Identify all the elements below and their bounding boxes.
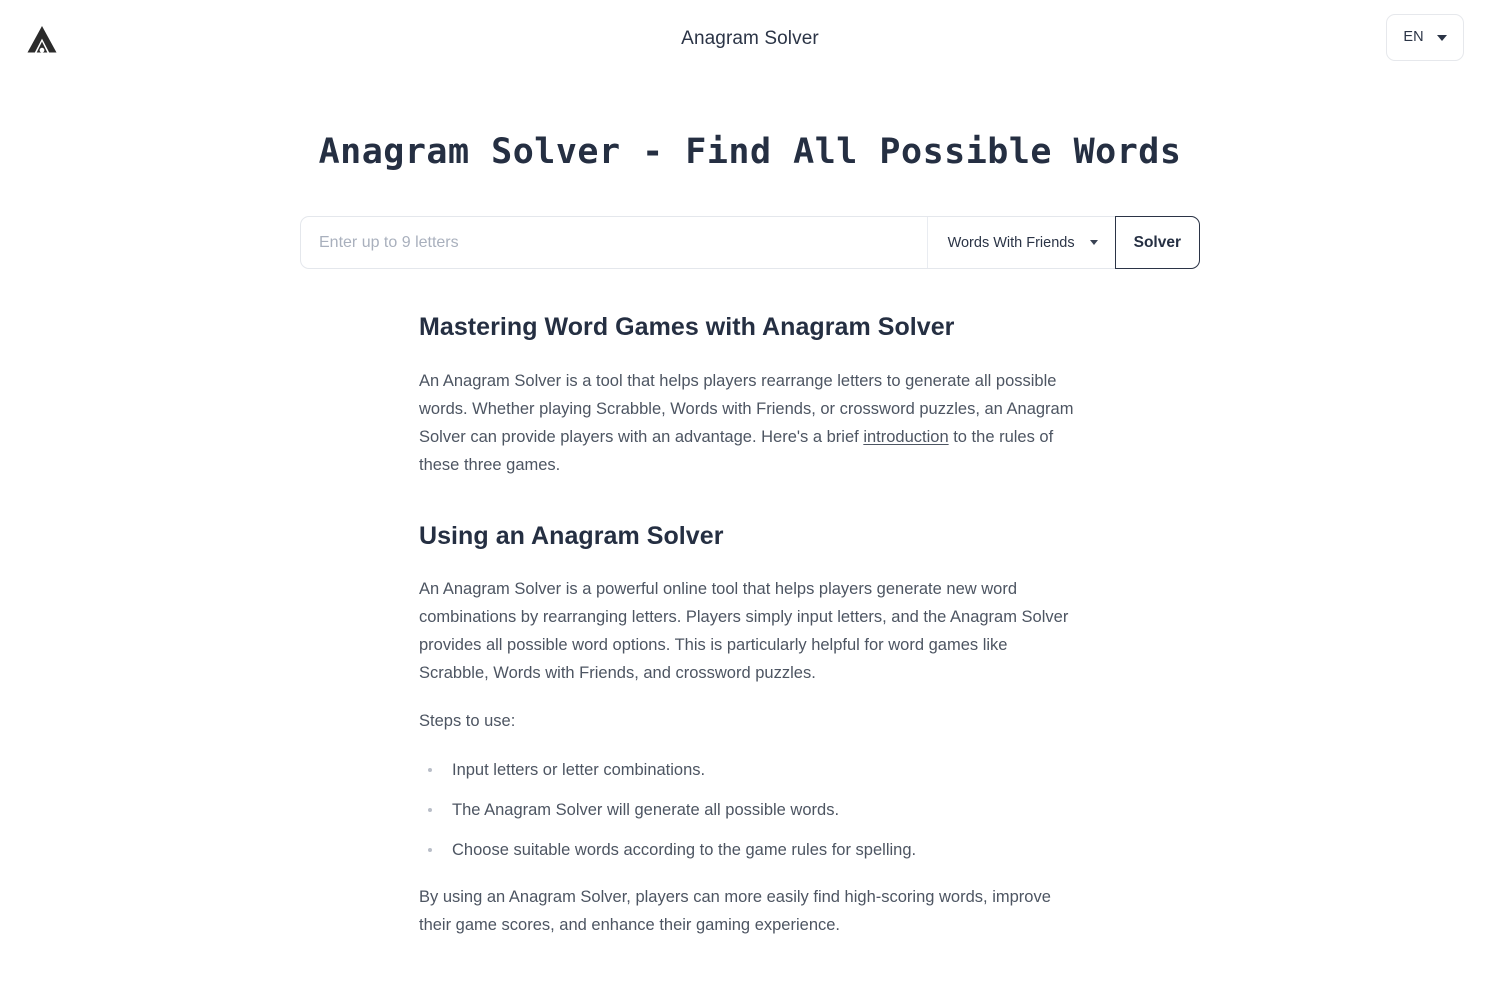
solver-search-bar: Words With Friends Solver bbox=[300, 216, 1200, 270]
language-selector[interactable]: EN bbox=[1386, 14, 1464, 61]
list-item: Choose suitable words according to the g… bbox=[419, 837, 1081, 863]
section-heading-mastering: Mastering Word Games with Anagram Solver bbox=[419, 313, 955, 342]
header-title: Anagram Solver bbox=[681, 27, 819, 49]
hero-section: Anagram Solver - Find All Possible Words… bbox=[0, 132, 1500, 270]
language-code: EN bbox=[1403, 29, 1424, 46]
site-logo[interactable] bbox=[26, 24, 58, 54]
list-item: The Anagram Solver will generate all pos… bbox=[419, 797, 1081, 823]
section-heading-using: Using an Anagram Solver bbox=[419, 521, 724, 550]
chevron-down-icon bbox=[1436, 34, 1447, 41]
bullet-icon bbox=[428, 767, 432, 772]
list-item-label: Choose suitable words according to the g… bbox=[452, 840, 917, 859]
section2-closing-paragraph: By using an Anagram Solver, players can … bbox=[419, 887, 1051, 934]
game-mode-select[interactable]: Words With Friends bbox=[928, 217, 1115, 268]
bullet-icon bbox=[428, 847, 432, 852]
list-item-label: Input letters or letter combinations. bbox=[452, 760, 706, 779]
site-header: Anagram Solver EN bbox=[0, 0, 1500, 76]
mountain-a-logo-icon bbox=[27, 25, 57, 53]
list-item: Input letters or letter combinations. bbox=[419, 757, 1081, 783]
steps-intro: Steps to use: bbox=[419, 711, 516, 730]
letters-input[interactable] bbox=[301, 217, 928, 269]
list-item-label: The Anagram Solver will generate all pos… bbox=[452, 800, 840, 819]
steps-list: Input letters or letter combinations. Th… bbox=[419, 757, 1081, 863]
chevron-down-icon bbox=[1089, 240, 1098, 246]
introduction-link[interactable]: introduction bbox=[863, 428, 948, 446]
game-mode-label: Words With Friends bbox=[947, 234, 1075, 251]
section2-paragraph-1: An Anagram Solver is a powerful online t… bbox=[419, 579, 1069, 682]
page-title: Anagram Solver - Find All Possible Words bbox=[318, 132, 1182, 172]
article-content: Mastering Word Games with Anagram Solver… bbox=[419, 312, 1081, 939]
solver-submit-button[interactable]: Solver bbox=[1114, 216, 1200, 270]
bullet-icon bbox=[428, 807, 432, 812]
section1-paragraph: An Anagram Solver is a tool that helps p… bbox=[419, 367, 1081, 479]
